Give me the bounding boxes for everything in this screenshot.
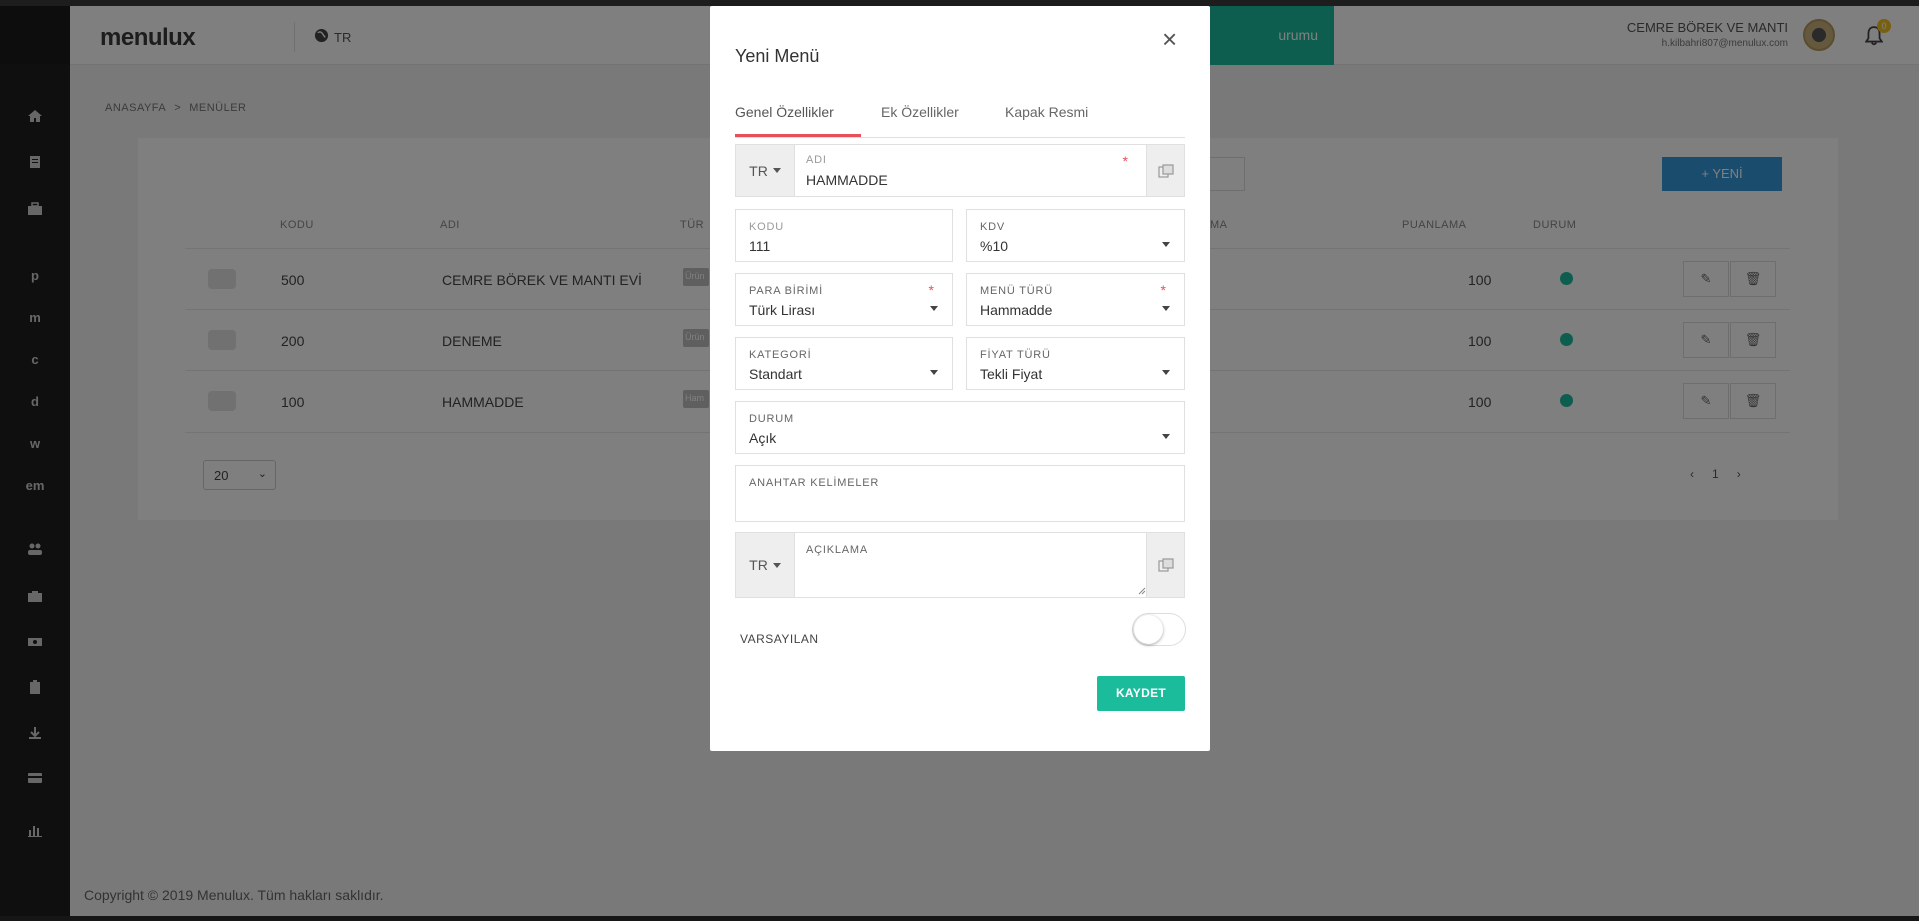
caret-down-icon [930,370,938,375]
caret-down-icon [1162,434,1170,439]
currency-value: Türk Lirası [749,302,816,318]
name-language-code: TR [749,162,768,179]
name-value: HAMMADDE [806,172,888,188]
price-type-value: Tekli Fiyat [980,366,1043,382]
copy-icon[interactable] [1146,533,1184,597]
new-menu-modal: Yeni Menü × Genel Özellikler Ek Özellikl… [710,6,1210,751]
name-field-group: TR ADI HAMMADDE * [735,144,1185,197]
name-language-select[interactable]: TR [736,145,795,196]
code-input[interactable]: KODU 111 [735,209,953,262]
tab-extra[interactable]: Ek Özellikler [881,104,959,120]
description-textarea[interactable]: AÇIKLAMA [795,533,1148,597]
keywords-label: ANAHTAR KELİMELER [749,477,880,489]
caret-down-icon [1162,370,1170,375]
modal-tabs: Genel Özellikler Ek Özellikler Kapak Res… [735,96,1185,138]
category-select[interactable]: KATEGORİ Standart [735,337,953,390]
code-value: 111 [749,238,771,254]
status-value: Açık [749,430,777,446]
caret-down-icon [772,562,781,568]
required-mark: * [928,282,934,298]
kdv-select[interactable]: KDV %10 [966,209,1185,262]
category-label: KATEGORİ [749,349,812,361]
description-field-group: TR AÇIKLAMA [735,532,1185,598]
toggle-knob [1134,615,1163,644]
default-toggle[interactable] [1132,613,1186,646]
price-type-label: FİYAT TÜRÜ [980,349,1051,361]
default-label: VARSAYILAN [740,632,819,646]
modal-title: Yeni Menü [735,46,820,66]
name-input[interactable]: ADI HAMMADDE * [795,145,1148,196]
close-icon[interactable]: × [1162,24,1177,55]
currency-label: PARA BİRİMİ [749,285,823,297]
menu-type-label: MENÜ TÜRÜ [980,285,1053,297]
required-mark: * [1122,153,1128,169]
caret-down-icon [930,306,938,311]
currency-select[interactable]: PARA BİRİMİ * Türk Lirası [735,273,953,326]
tab-cover-image[interactable]: Kapak Resmi [1005,104,1088,120]
category-value: Standart [749,366,802,382]
menu-type-value: Hammadde [980,302,1053,318]
copy-icon[interactable] [1146,145,1184,196]
kdv-label: KDV [980,221,1006,233]
caret-down-icon [1162,306,1170,311]
status-select[interactable]: DURUM Açık [735,401,1185,454]
caret-down-icon [1162,242,1170,247]
description-label: AÇIKLAMA [806,544,869,556]
code-label: KODU [749,221,784,233]
active-tab-indicator [735,134,861,137]
status-label: DURUM [749,413,794,425]
save-button[interactable]: KAYDET [1097,676,1185,711]
description-language-select[interactable]: TR [736,533,795,597]
resize-handle-icon[interactable] [1138,587,1146,595]
description-language-code: TR [749,557,768,573]
menu-type-select[interactable]: MENÜ TÜRÜ * Hammadde [966,273,1185,326]
kdv-value: %10 [980,238,1009,254]
keywords-input[interactable]: ANAHTAR KELİMELER [735,465,1185,522]
price-type-select[interactable]: FİYAT TÜRÜ Tekli Fiyat [966,337,1185,390]
name-label: ADI [806,154,827,166]
required-mark: * [1160,282,1166,298]
tab-general[interactable]: Genel Özellikler [735,104,834,120]
caret-down-icon [772,168,781,173]
